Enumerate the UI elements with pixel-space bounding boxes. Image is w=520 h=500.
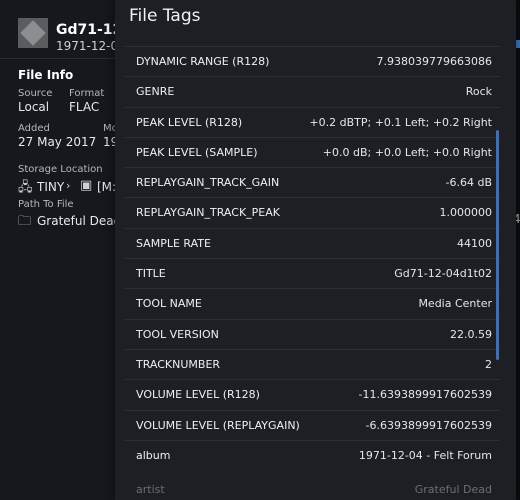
- tag-row[interactable]: SAMPLE RATE 44100: [125, 227, 500, 258]
- tag-row[interactable]: REPLAYGAIN_TRACK_PEAK 1.000000: [125, 197, 500, 227]
- source-label: Source: [18, 88, 53, 99]
- scrollbar[interactable]: [496, 130, 499, 360]
- tag-key: TOOL VERSION: [136, 327, 219, 341]
- storage-value[interactable]: TINY: [37, 180, 64, 194]
- drive-icon: ▣: [80, 178, 93, 193]
- tag-value: -6.6393899917602539: [365, 418, 492, 432]
- tag-row[interactable]: album 1971-12-04 - Felt Forum: [125, 439, 500, 470]
- tag-key: VOLUME LEVEL (R128): [136, 388, 260, 402]
- tag-row[interactable]: REPLAYGAIN_TRACK_GAIN -6.64 dB: [125, 167, 500, 197]
- tag-value: Media Center: [418, 297, 492, 311]
- tag-row[interactable]: DYNAMIC RANGE (R128) 7.938039779663086: [125, 46, 500, 76]
- tag-row[interactable]: PEAK LEVEL (R128) +0.2 dBTP; +0.1 Left; +…: [125, 106, 500, 137]
- tag-key: REPLAYGAIN_TRACK_GAIN: [136, 176, 280, 190]
- tag-value: 44100: [457, 236, 492, 250]
- chevron-right-icon: ›: [66, 179, 71, 192]
- tags-list: DYNAMIC RANGE (R128) 7.938039779663086 GEN…: [125, 46, 500, 470]
- tag-key: TOOL NAME: [136, 297, 202, 311]
- tag-row[interactable]: TOOL NAME Media Center: [125, 288, 500, 318]
- tag-key: TRACKNUMBER: [136, 357, 221, 371]
- tag-value: -6.64 dB: [445, 176, 493, 190]
- tag-value: +0.2 dBTP; +0.1 Left; +0.2 Right: [309, 115, 492, 129]
- tag-value: Rock: [465, 85, 492, 99]
- tag-row[interactable]: VOLUME LEVEL (R128) -11.6393899917602539: [125, 379, 500, 409]
- format-label: Format: [69, 88, 105, 99]
- edge-accent: [516, 40, 520, 48]
- tag-row[interactable]: TRACKNUMBER 2: [125, 348, 500, 379]
- album-thumbnail: [18, 18, 48, 48]
- tag-value: 1.000000: [439, 206, 493, 220]
- tag-value: 1971-12-04 - Felt Forum: [358, 448, 492, 462]
- tag-key-partial: artist: [136, 483, 165, 496]
- tag-value: -11.6393899917602539: [358, 388, 492, 402]
- divider: [0, 58, 115, 59]
- tag-row[interactable]: TOOL VERSION 22.0.59: [125, 318, 500, 349]
- tag-row[interactable]: VOLUME LEVEL (REPLAYGAIN) -6.639389991760…: [125, 409, 500, 440]
- right-edge-panel: [516, 0, 520, 500]
- source-value: Local: [18, 100, 50, 114]
- folder-icon: 🗀: [18, 214, 32, 229]
- tag-key: PEAK LEVEL (SAMPLE): [136, 145, 258, 159]
- tag-value: 7.938039779663086: [376, 55, 492, 68]
- tag-row[interactable]: PEAK LEVEL (SAMPLE) +0.0 dB; +0.0 Left; +…: [125, 136, 500, 167]
- tag-key: DYNAMIC RANGE (R128): [136, 55, 270, 68]
- tag-value: 22.0.59: [450, 327, 492, 341]
- tag-key: VOLUME LEVEL (REPLAYGAIN): [136, 418, 300, 432]
- dialog-title: File Tags: [129, 6, 201, 26]
- tag-key: REPLAYGAIN_TRACK_PEAK: [136, 206, 280, 220]
- tag-key: GENRE: [136, 85, 175, 99]
- tag-value-partial: Grateful Dead: [414, 483, 492, 496]
- tag-row[interactable]: GENRE Rock: [125, 76, 500, 106]
- added-value: 27 May 2017: [18, 135, 97, 149]
- added-label: Added: [18, 123, 50, 134]
- computer-icon: 🖧: [18, 180, 33, 195]
- path-to-file-label: Path To File: [18, 199, 74, 210]
- tag-value: Gd71-12-04d1t02: [394, 267, 492, 281]
- section-title-file-info: File Info: [18, 68, 74, 82]
- format-value: FLAC: [69, 100, 100, 114]
- storage-location-label: Storage Location: [18, 164, 103, 175]
- tag-key: PEAK LEVEL (R128): [136, 115, 243, 129]
- tag-row[interactable]: TITLE Gd71-12-04d1t02: [125, 258, 500, 288]
- tag-value: +0.0 dB; +0.0 Left; +0.0 Right: [322, 145, 492, 159]
- list-item-partial: artist Grateful Dead: [125, 483, 500, 500]
- tag-key: TITLE: [136, 267, 166, 281]
- tag-key: SAMPLE RATE: [136, 236, 211, 250]
- tag-key: album: [136, 448, 171, 462]
- path-value[interactable]: Grateful Dead: [37, 214, 121, 228]
- tag-value: 2: [485, 357, 492, 371]
- file-tags-dialog: File Tags DYNAMIC RANGE (R128) 7.93803977…: [115, 0, 516, 500]
